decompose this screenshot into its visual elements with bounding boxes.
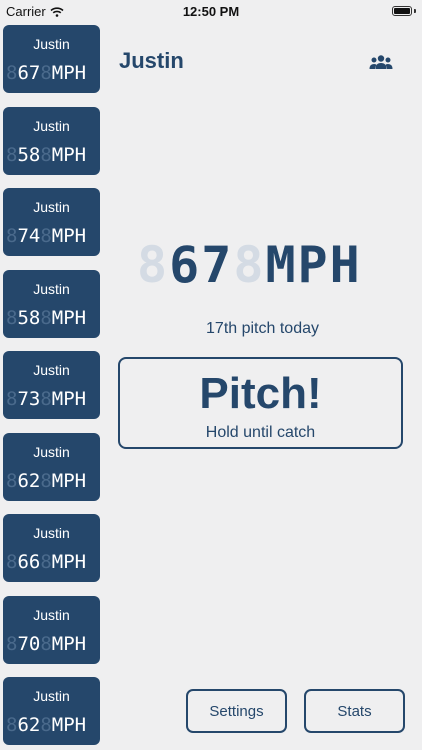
pitch-history-name: Justin xyxy=(33,36,70,52)
pitch-history-item[interactable]: Justin 8 66 8 MPH xyxy=(3,514,100,582)
pitch-history-speed-unit: MPH xyxy=(51,469,87,492)
pitch-history-speed: 8 67 8 MPH xyxy=(6,62,100,84)
current-speed-unit: MPH xyxy=(265,236,362,294)
pitch-button-sublabel: Hold until catch xyxy=(205,424,316,441)
speed-ghost-digit: 8 xyxy=(233,236,266,294)
pitch-count-text: 17th pitch today xyxy=(206,320,319,337)
ghost-digit: 8 xyxy=(40,388,52,410)
ghost-digit: 8 xyxy=(40,469,52,492)
pitch-history-speed-unit: MPH xyxy=(51,632,87,655)
speed-ghost-digit: 8 xyxy=(137,236,170,294)
ghost-digit: 8 xyxy=(6,551,18,573)
battery-cap xyxy=(414,9,416,13)
pitch-history-name: Justin xyxy=(33,688,70,704)
current-speed-value: 67 xyxy=(169,236,234,294)
pitch-history-speed-value: 58 xyxy=(17,143,41,166)
current-speed-display: 8 67 8 MPH xyxy=(137,235,387,295)
ghost-digit: 8 xyxy=(40,225,52,247)
pitch-button[interactable]: Pitch! Hold until catch xyxy=(118,357,403,449)
ghost-digit: 8 xyxy=(6,225,18,247)
pitch-history-speed-value: 62 xyxy=(17,714,41,736)
ghost-digit: 8 xyxy=(40,62,52,84)
pitch-history-speed-unit: MPH xyxy=(51,551,87,573)
pitch-history-speed-unit: MPH xyxy=(51,388,87,410)
pitch-history-speed-value: 74 xyxy=(17,225,41,247)
ghost-digit: 8 xyxy=(6,62,18,84)
ghost-digit: 8 xyxy=(40,632,52,655)
player-name: Justin xyxy=(119,48,184,73)
pitch-history-speed: 8 62 8 MPH xyxy=(6,714,100,736)
ghost-digit: 8 xyxy=(6,388,18,410)
pitch-history-item[interactable]: Justin 8 74 8 MPH xyxy=(3,188,100,256)
pitch-history-item[interactable]: Justin 8 70 8 MPH xyxy=(3,595,100,664)
pitch-history-name: Justin xyxy=(33,443,70,460)
pitch-history-speed: 8 70 8 MPH xyxy=(6,633,100,655)
pitch-history-speed-unit: MPH xyxy=(51,306,87,329)
pitch-history-speed-value: 58 xyxy=(17,306,41,329)
pitch-history-name: Justin xyxy=(33,280,70,297)
pitch-history-speed: 8 58 8 MPH xyxy=(6,307,100,329)
pitch-history-name: Justin xyxy=(33,199,70,215)
pitch-history-speed: 8 58 8 MPH xyxy=(6,144,100,166)
pitch-history-speed-unit: MPH xyxy=(51,714,87,736)
pitch-history-speed: 8 73 8 MPH xyxy=(6,388,100,410)
pitch-history-item[interactable]: Justin 8 73 8 MPH xyxy=(3,351,100,419)
pitch-history-item[interactable]: Justin 8 62 8 MPH xyxy=(3,677,100,745)
pitch-history-item[interactable]: Justin 8 58 8 MPH xyxy=(3,269,100,338)
pitch-history-speed-unit: MPH xyxy=(51,143,87,166)
pitch-history-speed-unit: MPH xyxy=(51,62,87,84)
pitch-history-speed-unit: MPH xyxy=(51,225,87,247)
pitch-history-name: Justin xyxy=(33,362,70,378)
ghost-digit: 8 xyxy=(6,143,18,166)
ghost-digit: 8 xyxy=(40,306,52,329)
ghost-digit: 8 xyxy=(40,143,52,166)
pitch-history-speed: 8 74 8 MPH xyxy=(6,225,100,247)
pitch-button-label: Pitch! xyxy=(199,369,322,418)
pitch-history-speed: 8 66 8 MPH xyxy=(6,551,100,573)
ghost-digit: 8 xyxy=(6,469,18,492)
ghost-digit: 8 xyxy=(40,551,52,573)
stats-button[interactable]: Stats xyxy=(304,689,405,733)
pitch-history-item[interactable]: Justin 8 58 8 MPH xyxy=(3,106,100,175)
ghost-digit: 8 xyxy=(6,306,18,329)
pitch-history-item[interactable]: Justin 8 62 8 MPH xyxy=(3,432,100,501)
people-group-icon[interactable] xyxy=(369,54,393,70)
pitch-history-speed-value: 66 xyxy=(17,551,41,573)
status-bar: Carrier 12:50 PM xyxy=(0,0,422,24)
battery-icon xyxy=(392,6,412,16)
ghost-digit: 8 xyxy=(40,714,52,736)
pitch-history-name: Justin xyxy=(33,117,70,134)
pitch-history-speed-value: 62 xyxy=(17,469,41,492)
ghost-digit: 8 xyxy=(6,714,18,736)
status-time: 12:50 PM xyxy=(182,4,240,19)
pitch-history-speed: 8 62 8 MPH xyxy=(6,470,100,492)
settings-button[interactable]: Settings xyxy=(186,689,287,733)
pitch-history-name: Justin xyxy=(33,606,70,623)
pitch-history-speed-value: 67 xyxy=(17,62,41,84)
pitch-history-speed-value: 70 xyxy=(17,632,41,655)
pitch-history-speed-value: 73 xyxy=(17,388,41,410)
pitch-history-item[interactable]: Justin 8 67 8 MPH xyxy=(3,25,100,93)
pitch-history-name: Justin xyxy=(33,525,70,541)
ghost-digit: 8 xyxy=(6,632,18,655)
